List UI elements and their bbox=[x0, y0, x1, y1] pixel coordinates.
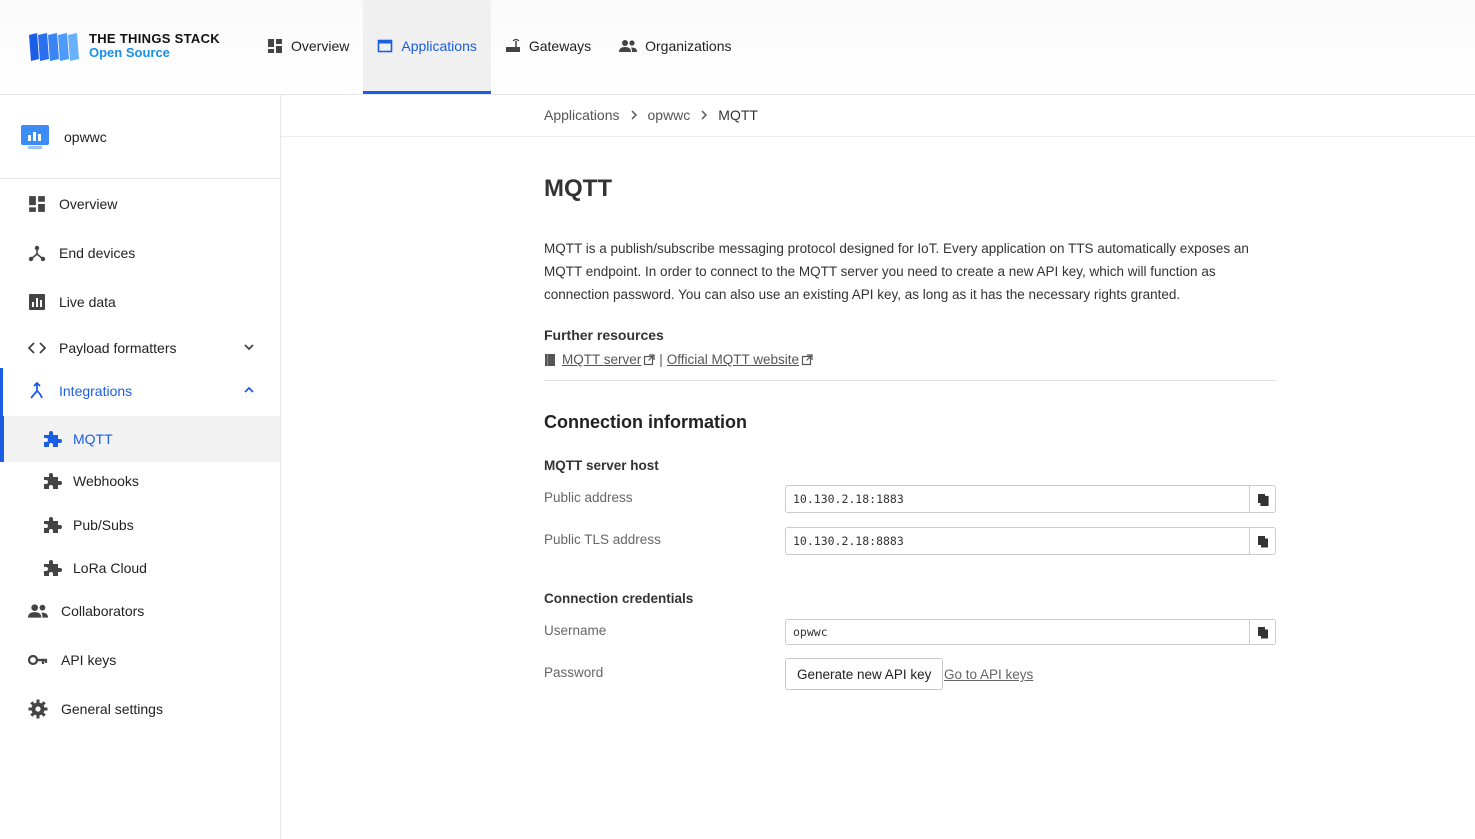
sidebar-item-end-devices[interactable]: End devices bbox=[0, 231, 280, 275]
device-hub-icon bbox=[28, 245, 46, 262]
sidebar-item-overview[interactable]: Overview bbox=[0, 182, 280, 226]
sidebar-item-mqtt[interactable]: MQTT bbox=[0, 416, 280, 462]
brand-subtitle: Open Source bbox=[89, 45, 170, 60]
topnav-applications[interactable]: Applications bbox=[363, 0, 491, 94]
breadcrumb-app[interactable]: opwwc bbox=[648, 107, 691, 123]
dashboard-icon bbox=[29, 196, 45, 212]
bar-chart-icon bbox=[29, 294, 45, 310]
sidebar-item-webhooks[interactable]: Webhooks bbox=[0, 459, 280, 503]
topnav-applications-label: Applications bbox=[401, 37, 477, 54]
brand-logo[interactable]: THE THINGS STACK Open Source bbox=[27, 29, 220, 63]
top-header: THE THINGS STACK Open Source Overview Ap… bbox=[0, 0, 1475, 95]
password-label: Password bbox=[544, 665, 604, 680]
sidebar-item-lora-cloud[interactable]: LoRa Cloud bbox=[0, 546, 280, 590]
public-tls-label: Public TLS address bbox=[544, 532, 661, 547]
public-tls-value[interactable]: 10.130.2.18:8883 bbox=[786, 528, 1249, 554]
sidebar-item-pubsubs[interactable]: Pub/Subs bbox=[0, 503, 280, 547]
sidebar-item-label: Webhooks bbox=[73, 473, 139, 489]
topnav-gateways-label: Gateways bbox=[528, 37, 592, 54]
chevron-right-icon bbox=[701, 110, 708, 120]
external-link-icon[interactable] bbox=[801, 353, 813, 366]
router-icon bbox=[505, 38, 520, 52]
generate-api-key-button[interactable]: Generate new API key bbox=[785, 658, 944, 690]
go-to-api-keys-link[interactable]: Go to API keys bbox=[944, 667, 1033, 682]
public-address-value[interactable]: 10.130.2.18:1883 bbox=[786, 486, 1249, 512]
further-resources-heading: Further resources bbox=[544, 327, 664, 343]
copy-button[interactable] bbox=[1249, 620, 1275, 644]
breadcrumb: Applications opwwc MQTT bbox=[544, 107, 758, 123]
key-icon bbox=[28, 654, 48, 666]
sidebar-item-label: API keys bbox=[61, 652, 117, 668]
sidebar-item-payload-formatters[interactable]: Payload formatters bbox=[0, 326, 280, 370]
dashboard-icon bbox=[268, 38, 282, 53]
sidebar-item-label: MQTT bbox=[73, 431, 113, 447]
resource-links: MQTT server | Official MQTT website bbox=[544, 352, 813, 367]
sidebar-item-live-data[interactable]: Live data bbox=[0, 280, 280, 324]
chevron-right-icon bbox=[630, 110, 637, 120]
sidebar-app-header[interactable]: opwwc bbox=[0, 95, 280, 179]
sidebar-item-label: General settings bbox=[61, 701, 163, 717]
sidebar-item-label: Live data bbox=[59, 294, 116, 310]
sidebar-item-label: Pub/Subs bbox=[73, 517, 134, 533]
puzzle-icon bbox=[44, 431, 62, 447]
divider bbox=[544, 380, 1276, 381]
sidebar: opwwc Overview End devices Live data Pay… bbox=[0, 95, 281, 839]
copy-icon bbox=[1257, 626, 1268, 638]
code-icon bbox=[28, 342, 46, 354]
server-host-heading: MQTT server host bbox=[544, 458, 659, 473]
things-stack-logo-icon bbox=[29, 33, 79, 61]
sidebar-item-integrations[interactable]: Integrations bbox=[0, 369, 280, 413]
chevron-up-icon[interactable] bbox=[242, 383, 256, 397]
official-mqtt-website-link[interactable]: Official MQTT website bbox=[667, 352, 799, 367]
username-label: Username bbox=[544, 623, 607, 638]
people-icon bbox=[28, 604, 48, 618]
copy-button[interactable] bbox=[1249, 486, 1275, 512]
breadcrumb-current: MQTT bbox=[718, 107, 758, 123]
connection-information-heading: Connection information bbox=[544, 412, 747, 432]
copy-icon bbox=[1257, 535, 1268, 547]
sidebar-item-label: Overview bbox=[59, 196, 118, 212]
topnav-overview-label: Overview bbox=[291, 37, 350, 54]
topnav-overview[interactable]: Overview bbox=[253, 0, 363, 94]
mqtt-description: MQTT is a publish/subscribe messaging pr… bbox=[544, 241, 1249, 302]
public-address-field[interactable]: 10.130.2.18:1883 bbox=[785, 485, 1276, 513]
breadcrumb-bar: Applications opwwc MQTT bbox=[281, 95, 1475, 137]
puzzle-icon bbox=[44, 560, 62, 576]
window-icon bbox=[378, 39, 393, 52]
username-value[interactable]: opwwc bbox=[786, 620, 1249, 644]
copy-button[interactable] bbox=[1249, 528, 1275, 554]
topnav-organizations-label: Organizations bbox=[645, 37, 732, 54]
top-navigation: Overview Applications Gateways Organizat… bbox=[253, 0, 746, 94]
page-title: MQTT bbox=[544, 175, 612, 202]
application-icon bbox=[21, 124, 49, 149]
merge-icon bbox=[30, 382, 43, 399]
credentials-heading: Connection credentials bbox=[544, 591, 694, 606]
gear-icon bbox=[28, 699, 48, 719]
sidebar-item-api-keys[interactable]: API keys bbox=[0, 638, 280, 682]
puzzle-icon bbox=[44, 517, 62, 533]
sidebar-item-collaborators[interactable]: Collaborators bbox=[0, 589, 280, 633]
public-tls-field[interactable]: 10.130.2.18:8883 bbox=[785, 527, 1276, 555]
sidebar-app-name: opwwc bbox=[64, 128, 107, 145]
copy-icon bbox=[1257, 493, 1269, 506]
puzzle-icon bbox=[44, 473, 62, 489]
sidebar-item-label: Collaborators bbox=[61, 603, 145, 619]
public-address-label: Public address bbox=[544, 490, 633, 505]
external-link-icon[interactable] bbox=[643, 353, 655, 366]
username-field[interactable]: opwwc bbox=[785, 619, 1276, 645]
chevron-down-icon[interactable] bbox=[242, 340, 256, 354]
sidebar-item-label: LoRa Cloud bbox=[73, 560, 147, 576]
sidebar-item-label: Payload formatters bbox=[59, 340, 177, 356]
link-separator: | bbox=[659, 352, 663, 367]
brand-title: THE THINGS STACK bbox=[89, 31, 220, 46]
people-icon bbox=[619, 39, 638, 52]
breadcrumb-applications[interactable]: Applications bbox=[544, 107, 620, 123]
book-icon bbox=[545, 353, 555, 366]
topnav-organizations[interactable]: Organizations bbox=[605, 0, 745, 94]
sidebar-item-label: Integrations bbox=[59, 383, 133, 399]
topnav-gateways[interactable]: Gateways bbox=[491, 0, 605, 94]
sidebar-item-label: End devices bbox=[59, 245, 136, 261]
mqtt-server-link[interactable]: MQTT server bbox=[562, 352, 641, 367]
sidebar-item-general-settings[interactable]: General settings bbox=[0, 687, 280, 731]
